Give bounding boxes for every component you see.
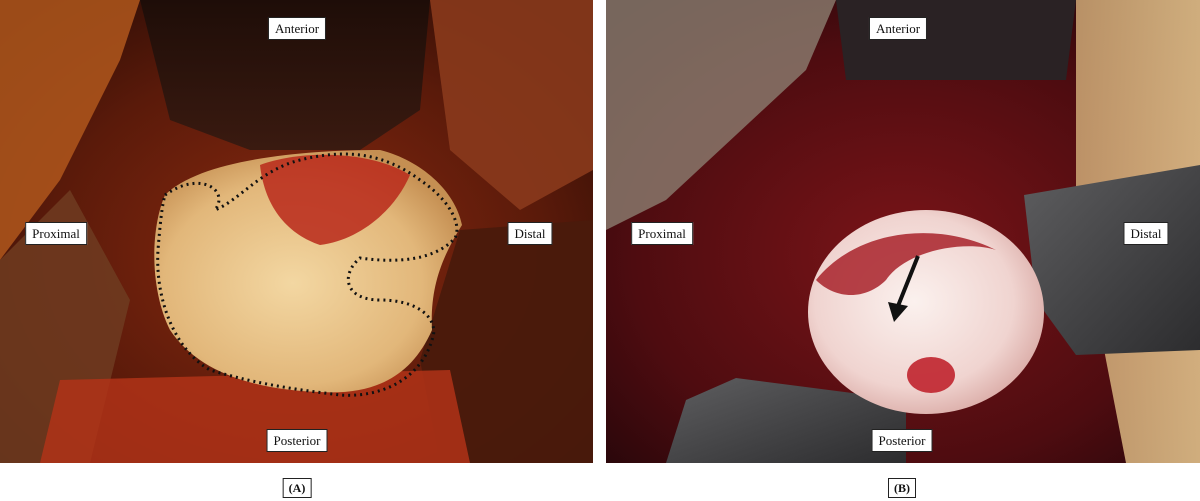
- label-distal-a: Distal: [507, 222, 553, 245]
- caption-a: (A): [282, 478, 312, 498]
- label-posterior-a: Posterior: [266, 429, 328, 452]
- surgical-photo-b: Anterior Proximal Distal Posterior: [606, 0, 1200, 463]
- label-anterior-a: Anterior: [267, 17, 327, 40]
- surgical-field-a: [0, 0, 593, 463]
- label-proximal-a: Proximal: [25, 222, 87, 245]
- label-posterior-b: Posterior: [871, 429, 933, 452]
- label-proximal-b: Proximal: [631, 222, 693, 245]
- label-distal-b: Distal: [1123, 222, 1169, 245]
- caption-b: (B): [888, 478, 916, 498]
- surgical-field-b: [606, 0, 1200, 463]
- surgical-photo-a: Anterior Proximal Distal Posterior: [0, 0, 593, 463]
- label-anterior-b: Anterior: [868, 17, 928, 40]
